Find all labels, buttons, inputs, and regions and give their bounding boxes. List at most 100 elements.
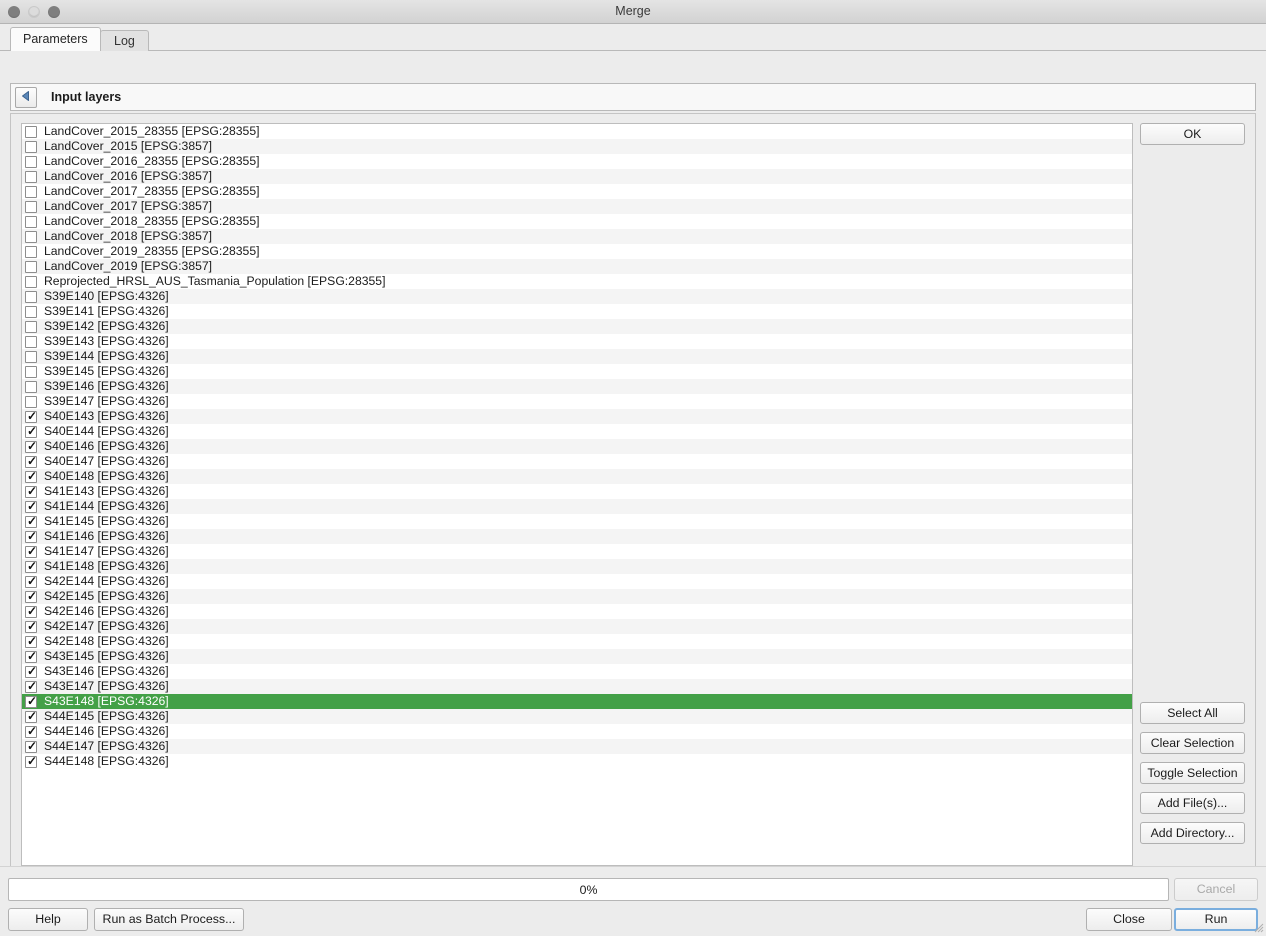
checkbox-unchecked[interactable] xyxy=(25,170,37,183)
layer-list-item[interactable]: S39E140 [EPSG:4326] xyxy=(22,289,1132,304)
layer-list[interactable]: LandCover_2015_28355 [EPSG:28355] LandCov… xyxy=(21,123,1133,866)
checkbox-checked[interactable] xyxy=(25,724,38,738)
checkbox-unchecked[interactable] xyxy=(25,215,37,228)
checkbox-checked[interactable] xyxy=(25,754,38,768)
checkbox-unchecked[interactable] xyxy=(25,335,37,348)
checkbox-checked[interactable] xyxy=(25,514,38,528)
checkbox-checked[interactable] xyxy=(25,589,38,603)
layer-list-item[interactable]: LandCover_2016_28355 [EPSG:28355] xyxy=(22,154,1132,169)
checkbox-checked[interactable] xyxy=(25,544,38,558)
layer-list-item[interactable]: S41E144 [EPSG:4326] xyxy=(22,499,1132,514)
checkbox-checked[interactable] xyxy=(25,469,38,483)
checkbox-unchecked[interactable] xyxy=(25,200,37,213)
checkbox-checked[interactable] xyxy=(25,604,38,618)
layer-list-item[interactable]: S43E146 [EPSG:4326] xyxy=(22,664,1132,679)
layer-list-item[interactable]: S40E147 [EPSG:4326] xyxy=(22,454,1132,469)
layer-list-item[interactable]: S41E147 [EPSG:4326] xyxy=(22,544,1132,559)
layer-list-item[interactable]: S43E147 [EPSG:4326] xyxy=(22,679,1132,694)
checkbox-unchecked[interactable] xyxy=(25,380,37,393)
checkbox-checked[interactable] xyxy=(25,409,38,423)
layer-list-item[interactable]: LandCover_2019_28355 [EPSG:28355] xyxy=(22,244,1132,259)
layer-list-item[interactable]: S43E148 [EPSG:4326] xyxy=(22,694,1132,709)
checkbox-checked[interactable] xyxy=(25,574,38,588)
ok-button[interactable]: OK xyxy=(1140,123,1245,145)
layer-list-item[interactable]: S42E144 [EPSG:4326] xyxy=(22,574,1132,589)
checkbox-unchecked[interactable] xyxy=(25,350,37,363)
checkbox-checked[interactable] xyxy=(25,439,38,453)
layer-list-item[interactable]: LandCover_2015 [EPSG:3857] xyxy=(22,139,1132,154)
layer-list-item[interactable]: S41E145 [EPSG:4326] xyxy=(22,514,1132,529)
checkbox-checked[interactable] xyxy=(25,694,38,708)
layer-list-item[interactable]: S43E145 [EPSG:4326] xyxy=(22,649,1132,664)
layer-list-item[interactable]: LandCover_2017 [EPSG:3857] xyxy=(22,199,1132,214)
layer-list-item[interactable]: S41E146 [EPSG:4326] xyxy=(22,529,1132,544)
layer-list-item[interactable]: LandCover_2019 [EPSG:3857] xyxy=(22,259,1132,274)
layer-list-item[interactable]: S40E148 [EPSG:4326] xyxy=(22,469,1132,484)
layer-list-item[interactable]: Reprojected_HRSL_AUS_Tasmania_Population… xyxy=(22,274,1132,289)
checkbox-checked[interactable] xyxy=(25,484,38,498)
layer-list-item[interactable]: LandCover_2018 [EPSG:3857] xyxy=(22,229,1132,244)
layer-list-item[interactable]: S40E144 [EPSG:4326] xyxy=(22,424,1132,439)
layer-list-item[interactable]: LandCover_2017_28355 [EPSG:28355] xyxy=(22,184,1132,199)
cancel-button[interactable]: Cancel xyxy=(1174,878,1258,901)
layer-list-item[interactable]: S42E148 [EPSG:4326] xyxy=(22,634,1132,649)
layer-list-item[interactable]: S42E145 [EPSG:4326] xyxy=(22,589,1132,604)
checkbox-checked[interactable] xyxy=(25,619,38,633)
layer-list-item[interactable]: S40E146 [EPSG:4326] xyxy=(22,439,1132,454)
checkbox-checked[interactable] xyxy=(25,739,38,753)
select-all-button[interactable]: Select All xyxy=(1140,702,1245,724)
layer-list-item[interactable]: LandCover_2018_28355 [EPSG:28355] xyxy=(22,214,1132,229)
checkbox-unchecked[interactable] xyxy=(25,125,37,138)
help-button[interactable]: Help xyxy=(8,908,88,931)
layer-list-item[interactable]: S39E144 [EPSG:4326] xyxy=(22,349,1132,364)
add-directory-button[interactable]: Add Directory... xyxy=(1140,822,1245,844)
layer-list-item[interactable]: S42E147 [EPSG:4326] xyxy=(22,619,1132,634)
layer-list-item[interactable]: S39E141 [EPSG:4326] xyxy=(22,304,1132,319)
add-files-button[interactable]: Add File(s)... xyxy=(1140,792,1245,814)
toggle-selection-button[interactable]: Toggle Selection xyxy=(1140,762,1245,784)
checkbox-checked[interactable] xyxy=(25,679,38,693)
layer-list-item[interactable]: S39E143 [EPSG:4326] xyxy=(22,334,1132,349)
layer-list-item[interactable]: S39E146 [EPSG:4326] xyxy=(22,379,1132,394)
checkbox-unchecked[interactable] xyxy=(25,275,37,288)
tab-log[interactable]: Log xyxy=(100,30,149,51)
checkbox-unchecked[interactable] xyxy=(25,305,37,318)
minimize-button[interactable] xyxy=(28,5,40,18)
layer-list-item[interactable]: S44E146 [EPSG:4326] xyxy=(22,724,1132,739)
tab-parameters[interactable]: Parameters xyxy=(10,27,101,51)
checkbox-unchecked[interactable] xyxy=(25,395,37,408)
layer-list-item[interactable]: S39E142 [EPSG:4326] xyxy=(22,319,1132,334)
collapse-button[interactable] xyxy=(15,86,37,108)
checkbox-unchecked[interactable] xyxy=(25,140,37,153)
resize-grip[interactable] xyxy=(1252,921,1264,933)
layer-list-item[interactable]: LandCover_2016 [EPSG:3857] xyxy=(22,169,1132,184)
checkbox-checked[interactable] xyxy=(25,499,38,513)
close-button[interactable] xyxy=(8,5,20,18)
layer-list-item[interactable]: S41E148 [EPSG:4326] xyxy=(22,559,1132,574)
checkbox-checked[interactable] xyxy=(25,559,38,573)
run-button[interactable]: Run xyxy=(1174,908,1258,931)
checkbox-checked[interactable] xyxy=(25,454,38,468)
checkbox-unchecked[interactable] xyxy=(25,260,37,273)
layer-list-item[interactable]: S42E146 [EPSG:4326] xyxy=(22,604,1132,619)
checkbox-checked[interactable] xyxy=(25,424,38,438)
close-button-footer[interactable]: Close xyxy=(1086,908,1172,931)
run-as-batch-process-button[interactable]: Run as Batch Process... xyxy=(94,908,244,931)
zoom-button[interactable] xyxy=(48,5,60,18)
checkbox-checked[interactable] xyxy=(25,649,38,663)
checkbox-checked[interactable] xyxy=(25,709,38,723)
layer-list-item[interactable]: LandCover_2015_28355 [EPSG:28355] xyxy=(22,124,1132,139)
checkbox-checked[interactable] xyxy=(25,664,38,678)
layer-list-item[interactable]: S44E145 [EPSG:4326] xyxy=(22,709,1132,724)
checkbox-checked[interactable] xyxy=(25,529,38,543)
checkbox-unchecked[interactable] xyxy=(25,185,37,198)
checkbox-unchecked[interactable] xyxy=(25,155,37,168)
layer-list-item[interactable]: S44E147 [EPSG:4326] xyxy=(22,739,1132,754)
layer-list-item[interactable]: S41E143 [EPSG:4326] xyxy=(22,484,1132,499)
checkbox-unchecked[interactable] xyxy=(25,245,37,258)
layer-list-item[interactable]: S40E143 [EPSG:4326] xyxy=(22,409,1132,424)
checkbox-checked[interactable] xyxy=(25,634,38,648)
layer-list-item[interactable]: S39E147 [EPSG:4326] xyxy=(22,394,1132,409)
layer-list-item[interactable]: S44E148 [EPSG:4326] xyxy=(22,754,1132,769)
checkbox-unchecked[interactable] xyxy=(25,230,37,243)
